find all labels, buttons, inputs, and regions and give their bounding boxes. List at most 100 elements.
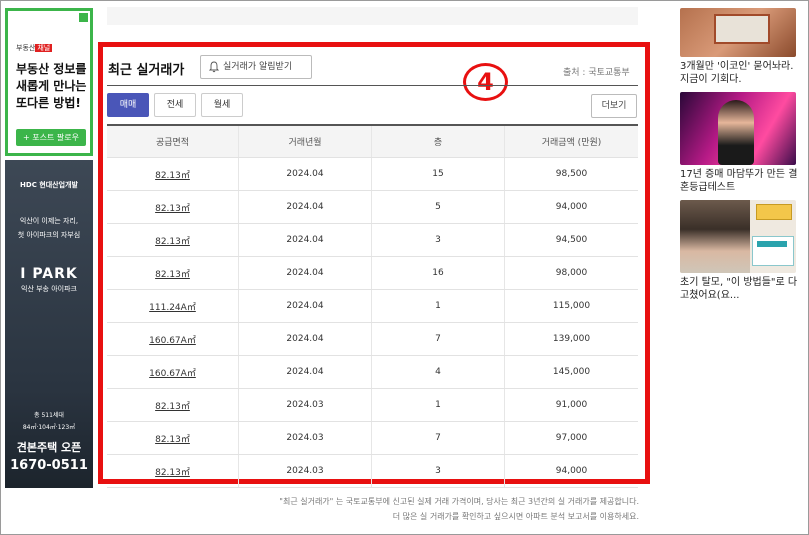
area-cell: 82.13㎡: [107, 455, 239, 487]
price-cell: 98,000: [505, 257, 638, 289]
post-follow-button[interactable]: + 포스트 팔로우: [16, 129, 86, 146]
ad-brand-sub: 익산 부송 아이파크: [21, 285, 77, 293]
floor-cell: 1: [372, 290, 505, 322]
ad-caption-2[interactable]: 17년 증매 마담뚜가 만든 결혼등급테스트: [680, 168, 800, 194]
product-box-image: [756, 204, 792, 220]
tab-sale[interactable]: 매매: [107, 93, 149, 117]
price-cell: 98,500: [505, 158, 638, 190]
ad-thumbnail-coin[interactable]: [680, 8, 796, 57]
price-cell: 145,000: [505, 356, 638, 388]
date-cell-text: 2024.04: [286, 169, 324, 179]
ad-phone: 1670-0511: [10, 458, 88, 473]
ad-caption-1[interactable]: 3개월만 '이코인' 묻어놔라. 지금이 기회다.: [680, 60, 800, 86]
floor-cell: 7: [372, 422, 505, 454]
header-date: 거래년월: [239, 126, 372, 157]
price-cell-text: 98,000: [555, 268, 588, 278]
floor-cell-text: 3: [435, 466, 441, 476]
ad-caption-3[interactable]: 초기 탈모, "이 방법들"로 다 고쳤어요(요...: [680, 276, 800, 302]
area-link[interactable]: 82.13㎡: [155, 168, 190, 181]
date-cell: 2024.03: [239, 422, 372, 454]
area-link[interactable]: 82.13㎡: [155, 234, 190, 247]
area-cell: 82.13㎡: [107, 389, 239, 421]
ipark-ad-banner[interactable]: HDC 현대산업개발 익산이 이제는 자리, 첫 아이파크의 자부심 I PAR…: [5, 160, 93, 488]
floor-cell-text: 16: [432, 268, 444, 278]
footnote-line-2: 더 많은 실 거래가를 확인하고 싶으시면 아파트 분석 보고서를 이용하세요.: [392, 512, 639, 521]
price-cell: 115,000: [505, 290, 638, 322]
table-row: 82.13㎡ 2024.04 3 94,500: [107, 224, 638, 257]
ad-location-2: 첫 아이파크의 자부심: [17, 231, 81, 239]
date-cell: 2024.03: [239, 389, 372, 421]
floor-cell: 15: [372, 158, 505, 190]
tab-jeonse[interactable]: 전세: [154, 93, 196, 117]
price-cell-text: 115,000: [552, 301, 591, 311]
date-cell-text: 2024.04: [286, 301, 324, 311]
table-row: 82.13㎡ 2024.04 15 98,500: [107, 158, 638, 191]
floor-cell-text: 3: [435, 235, 441, 245]
floor-cell: 3: [372, 224, 505, 256]
real-estate-channel-ad[interactable]: 부동산 채널 부동산 정보를 새롭게 만나는 또다른 방법! + 포스트 팔로우: [5, 8, 93, 156]
table-row: 160.67A㎡ 2024.04 4 145,000: [107, 356, 638, 389]
person-image: [718, 100, 754, 165]
money-pack-image: [714, 14, 770, 44]
price-cell-text: 94,000: [555, 466, 588, 476]
area-link[interactable]: 82.13㎡: [155, 267, 190, 280]
ad-location-1: 익산이 이제는 자리,: [19, 217, 79, 225]
date-cell-text: 2024.04: [286, 334, 324, 344]
header-price: 거래금액 (만원): [541, 138, 602, 148]
date-cell-text: 2024.03: [286, 433, 324, 443]
price-alert-label: 실거래가 알림받기: [223, 62, 293, 72]
floor-cell: 1: [372, 389, 505, 421]
price-cell: 97,000: [505, 422, 638, 454]
floor-cell: 4: [372, 356, 505, 388]
table-row: 82.13㎡ 2024.04 16 98,000: [107, 257, 638, 290]
tab-monthly-rent[interactable]: 월세: [201, 93, 243, 117]
price-alert-button[interactable]: 실거래가 알림받기: [200, 55, 312, 79]
area-cell: 82.13㎡: [107, 191, 239, 223]
area-link[interactable]: 82.13㎡: [155, 465, 190, 478]
date-cell: 2024.04: [239, 356, 372, 388]
title-divider: [107, 85, 638, 86]
date-cell: 2024.04: [239, 191, 372, 223]
floor-cell: 5: [372, 191, 505, 223]
table-row: 82.13㎡ 2024.03 7 97,000: [107, 422, 638, 455]
area-link[interactable]: 82.13㎡: [155, 432, 190, 445]
area-link[interactable]: 111.24A㎡: [149, 300, 196, 313]
ad-thumbnail-marriage[interactable]: [680, 92, 796, 165]
floor-cell-text: 1: [435, 301, 441, 311]
header-floor: 층: [372, 126, 505, 157]
source-label: 출처 : 국토교통부: [563, 68, 630, 78]
floor-cell-text: 7: [435, 334, 441, 344]
area-cell: 82.13㎡: [107, 257, 239, 289]
area-link[interactable]: 82.13㎡: [155, 201, 190, 214]
date-cell: 2024.04: [239, 290, 372, 322]
price-cell-text: 145,000: [552, 367, 591, 377]
area-cell: 111.24A㎡: [107, 290, 239, 322]
ad-open-label: 견본주택 오픈: [16, 441, 82, 454]
date-cell-text: 2024.04: [286, 202, 324, 212]
price-cell-text: 94,000: [555, 202, 588, 212]
price-cell: 94,000: [505, 191, 638, 223]
area-link[interactable]: 82.13㎡: [155, 399, 190, 412]
date-cell: 2024.04: [239, 224, 372, 256]
price-cell-text: 98,500: [555, 169, 588, 179]
floor-cell: 7: [372, 323, 505, 355]
area-link[interactable]: 160.67A㎡: [149, 366, 196, 379]
table-row: 82.13㎡ 2024.03 1 91,000: [107, 389, 638, 422]
price-cell-text: 139,000: [552, 334, 591, 344]
footnote-line-1: "최근 실거래가" 는 국토교통부에 신고된 실제 거래 가격이며, 당사는 최…: [279, 497, 639, 506]
price-cell-text: 94,500: [555, 235, 588, 245]
area-link[interactable]: 160.67A㎡: [149, 333, 196, 346]
price-cell-text: 91,000: [555, 400, 588, 410]
floor-cell-text: 15: [432, 169, 444, 179]
price-cell: 91,000: [505, 389, 638, 421]
price-cell-text: 97,000: [555, 433, 588, 443]
table-row: 160.67A㎡ 2024.04 7 139,000: [107, 323, 638, 356]
ad-thumbnail-hair[interactable]: [680, 200, 796, 273]
more-button[interactable]: 더보기: [591, 94, 637, 118]
person-image: [680, 200, 750, 273]
floor-cell-text: 1: [435, 400, 441, 410]
area-cell: 82.13㎡: [107, 158, 239, 190]
date-cell: 2024.03: [239, 455, 372, 487]
annotation-number: 4: [463, 63, 508, 101]
area-cell: 82.13㎡: [107, 224, 239, 256]
